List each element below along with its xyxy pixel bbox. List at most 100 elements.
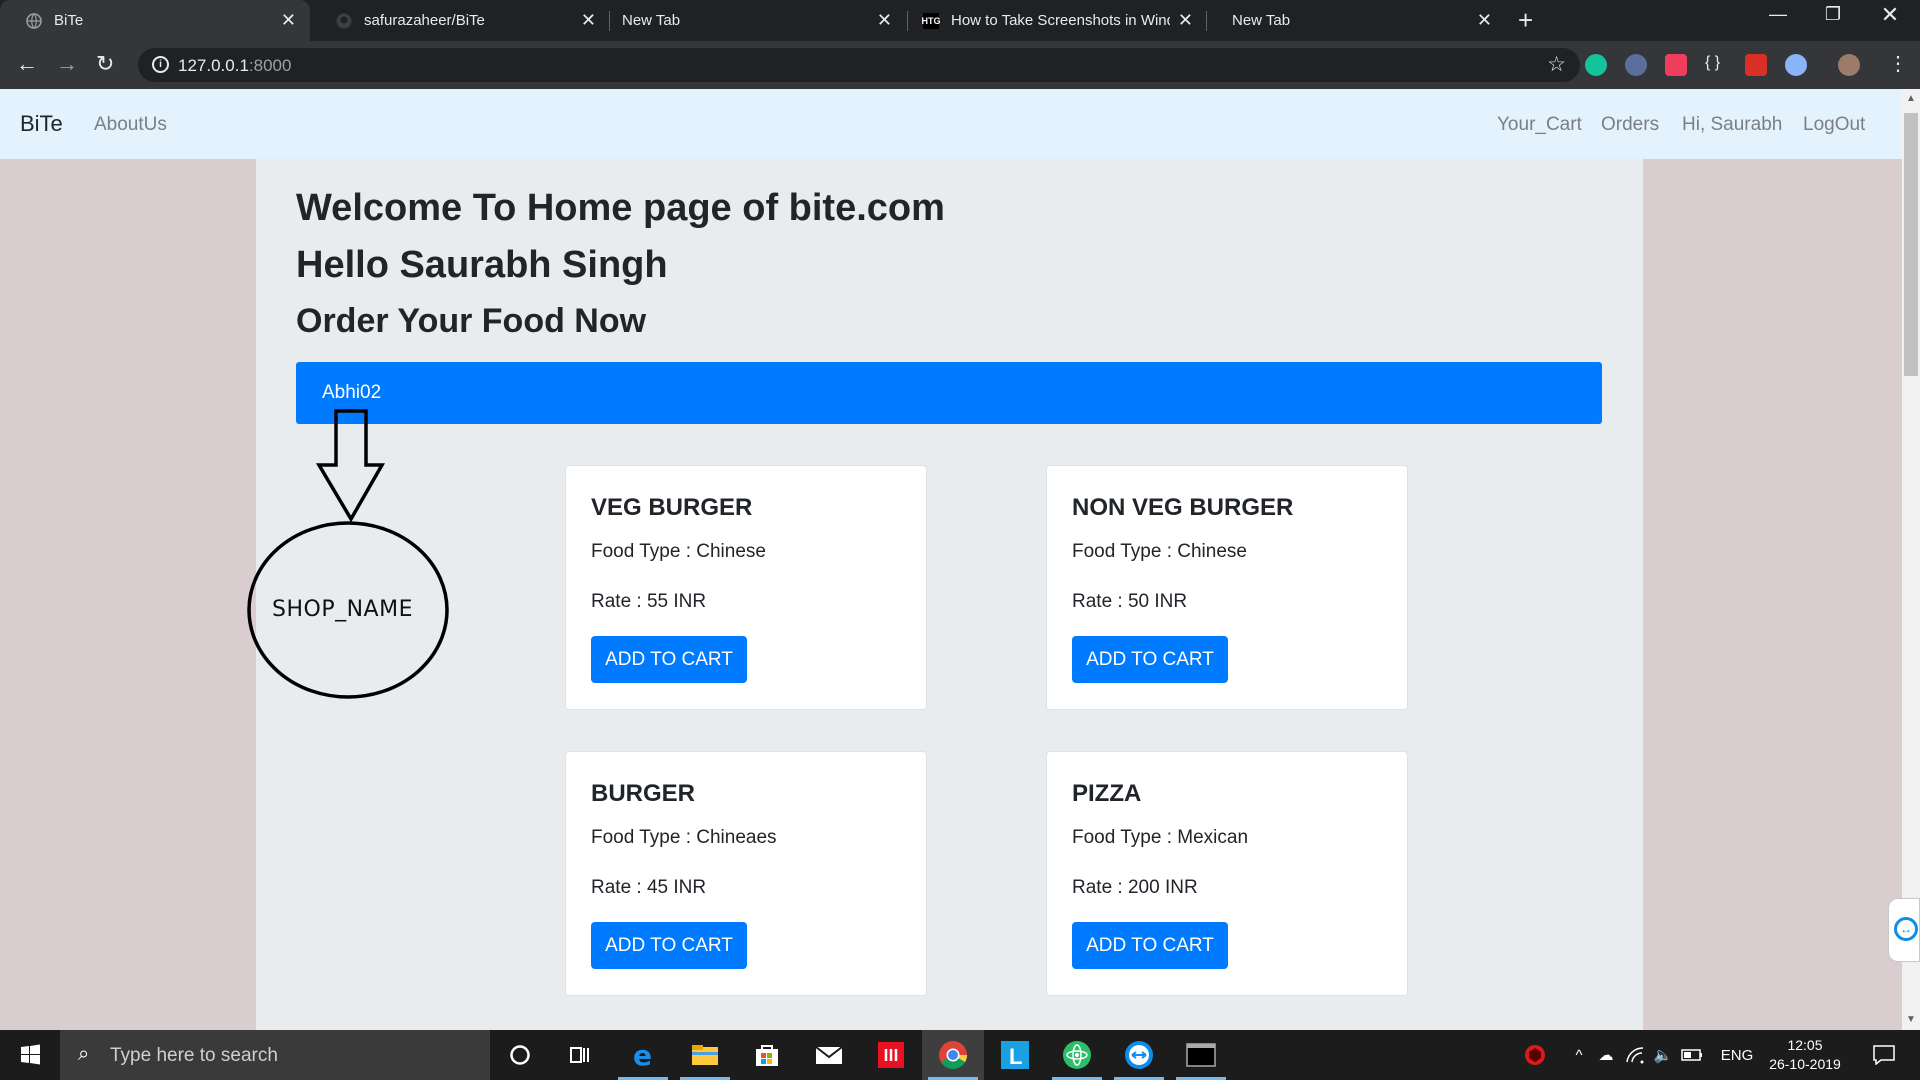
nav-logout[interactable]: LogOut xyxy=(1803,114,1865,136)
url-text[interactable]: 127.0.0.1:8000 xyxy=(178,56,291,76)
address-bar[interactable]: i 127.0.0.1:8000 ☆ xyxy=(138,48,1580,82)
food-name: VEG BURGER xyxy=(591,494,753,521)
food-rate: Rate : 50 INR xyxy=(1072,591,1188,612)
close-icon[interactable]: ✕ xyxy=(877,10,892,31)
shop-name: Abhi02 xyxy=(322,382,382,403)
clock-date: 26-10-2019 xyxy=(1769,1056,1841,1072)
food-name: BURGER xyxy=(591,780,696,807)
window-close-icon[interactable]: ✕ xyxy=(1870,2,1910,28)
tab-strip: BiTe ✕ safurazaheer/BiTe ✕ New Tab ✕ HTG… xyxy=(0,0,1920,41)
profile-avatar[interactable] xyxy=(1838,54,1860,76)
clock-time: 12:05 xyxy=(1787,1037,1823,1053)
cortana-icon[interactable] xyxy=(489,1030,551,1080)
food-type: Food Type : Chineaes xyxy=(591,827,777,848)
braces-extension-icon[interactable]: { } xyxy=(1705,54,1727,76)
nav-about[interactable]: AboutUs xyxy=(94,114,167,136)
task-view-icon[interactable] xyxy=(549,1030,611,1080)
food-card: PIZZA Food Type : Mexican Rate : 200 INR… xyxy=(1046,751,1408,996)
terminal-icon[interactable] xyxy=(1170,1030,1232,1080)
svg-text:L: L xyxy=(1009,1044,1022,1069)
food-rate: Rate : 55 INR xyxy=(591,591,707,612)
add-to-cart-button[interactable]: ADD TO CART xyxy=(1072,922,1228,969)
rocket-extension-icon[interactable] xyxy=(1745,54,1767,76)
nav-orders[interactable]: Orders xyxy=(1601,114,1659,136)
taskbar-search[interactable]: ⌕ Type here to search xyxy=(60,1030,490,1080)
food-rate: Rate : 200 INR xyxy=(1072,877,1198,898)
tab-github[interactable]: safurazaheer/BiTe ✕ xyxy=(310,0,610,41)
language-indicator[interactable]: ENG xyxy=(1714,1030,1760,1080)
minimize-icon[interactable]: — xyxy=(1758,4,1798,25)
page-scrollbar[interactable]: ▲ ▼ xyxy=(1902,89,1920,1030)
bookmark-star-icon[interactable]: ☆ xyxy=(1547,52,1566,77)
scroll-up-icon[interactable]: ▲ xyxy=(1906,93,1916,104)
tab-title: New Tab xyxy=(622,12,681,29)
chrome-icon[interactable] xyxy=(922,1030,984,1080)
teamviewer-widget[interactable]: ↔ xyxy=(1888,898,1920,962)
pocket-icon[interactable] xyxy=(1665,54,1687,76)
annotation-label: SHOP_NAME xyxy=(272,597,413,622)
scroll-down-icon[interactable]: ▼ xyxy=(1906,1014,1916,1025)
taskbar-clock[interactable]: 12:05 26-10-2019 xyxy=(1765,1036,1845,1074)
onedrive-icon[interactable]: ☁ xyxy=(1592,1030,1620,1080)
welcome-heading: Welcome To Home page of bite.com xyxy=(296,187,945,229)
nav-greeting[interactable]: Hi, Saurabh xyxy=(1682,114,1782,136)
battery-icon[interactable] xyxy=(1678,1030,1706,1080)
mail-icon[interactable] xyxy=(798,1030,860,1080)
page: BiTe AboutUs Your_Cart Orders Hi, Saurab… xyxy=(0,89,1902,1030)
tab-title: safurazaheer/BiTe xyxy=(364,12,485,29)
tab-title: BiTe xyxy=(54,12,84,29)
food-card: NON VEG BURGER Food Type : Chinese Rate … xyxy=(1046,465,1408,710)
security-tray-icon[interactable] xyxy=(1518,1030,1552,1080)
hello-heading: Hello Saurabh Singh xyxy=(296,244,668,286)
teamviewer-icon: ↔ xyxy=(1894,917,1918,941)
atom-app-icon[interactable] xyxy=(1046,1030,1108,1080)
red-app-icon[interactable] xyxy=(860,1030,922,1080)
food-name: PIZZA xyxy=(1072,780,1142,807)
store-icon[interactable] xyxy=(736,1030,798,1080)
add-to-cart-button[interactable]: ADD TO CART xyxy=(591,922,747,969)
nav-cart[interactable]: Your_Cart xyxy=(1497,114,1582,136)
tab-bite[interactable]: BiTe ✕ xyxy=(0,0,310,41)
extension-icon[interactable] xyxy=(1625,54,1647,76)
l-app-icon[interactable]: L xyxy=(984,1030,1046,1080)
shop-header: Abhi02 xyxy=(296,362,1602,424)
edge-icon[interactable]: e xyxy=(612,1030,674,1080)
brand-link[interactable]: BiTe xyxy=(20,111,63,137)
teamviewer-taskbar-icon[interactable] xyxy=(1108,1030,1170,1080)
food-type: Food Type : Chinese xyxy=(591,541,766,562)
url-port: :8000 xyxy=(248,56,292,75)
tab-htg[interactable]: HTG How to Take Screenshots in Wind ✕ xyxy=(907,0,1207,41)
info-icon[interactable]: i xyxy=(152,56,169,73)
reload-icon[interactable]: ↻ xyxy=(96,51,114,77)
menu-kebab-icon[interactable]: ⋮ xyxy=(1888,51,1908,77)
notification-icon[interactable] xyxy=(1864,1030,1904,1080)
file-explorer-icon[interactable] xyxy=(674,1030,736,1080)
browser-toolbar: ← → ↻ i 127.0.0.1:8000 ☆ { } ⋮ xyxy=(0,41,1920,89)
close-icon[interactable]: ✕ xyxy=(1178,10,1193,31)
forward-icon[interactable]: → xyxy=(56,51,78,77)
close-icon[interactable]: ✕ xyxy=(1477,10,1492,31)
chevron-up-icon[interactable]: ^ xyxy=(1568,1030,1590,1080)
tab-title: New Tab xyxy=(1232,12,1291,29)
grammarly-icon[interactable] xyxy=(1585,54,1607,76)
tab-new-1[interactable]: New Tab ✕ xyxy=(596,0,906,41)
add-to-cart-button[interactable]: ADD TO CART xyxy=(591,636,747,683)
restore-icon[interactable]: ❐ xyxy=(1813,4,1853,25)
volume-muted-icon[interactable]: 🔈 xyxy=(1650,1030,1676,1080)
food-type: Food Type : Chinese xyxy=(1072,541,1247,562)
main-container: Welcome To Home page of bite.com Hello S… xyxy=(256,159,1643,1030)
scroll-thumb[interactable] xyxy=(1904,113,1918,376)
windows-start-icon[interactable] xyxy=(0,1030,60,1080)
tab-new-2[interactable]: New Tab ✕ xyxy=(1206,0,1506,41)
add-to-cart-button[interactable]: ADD TO CART xyxy=(1072,636,1228,683)
back-icon[interactable]: ← xyxy=(16,51,38,77)
new-tab-icon[interactable]: + xyxy=(1518,6,1533,34)
svg-text:e: e xyxy=(633,1041,652,1069)
food-name: NON VEG BURGER xyxy=(1072,494,1294,521)
order-heading: Order Your Food Now xyxy=(296,302,647,340)
key-extension-icon[interactable] xyxy=(1785,54,1807,76)
close-icon[interactable]: ✕ xyxy=(581,10,596,31)
wifi-icon[interactable] xyxy=(1622,1030,1648,1080)
close-icon[interactable]: ✕ xyxy=(281,10,296,31)
github-icon xyxy=(336,13,352,29)
